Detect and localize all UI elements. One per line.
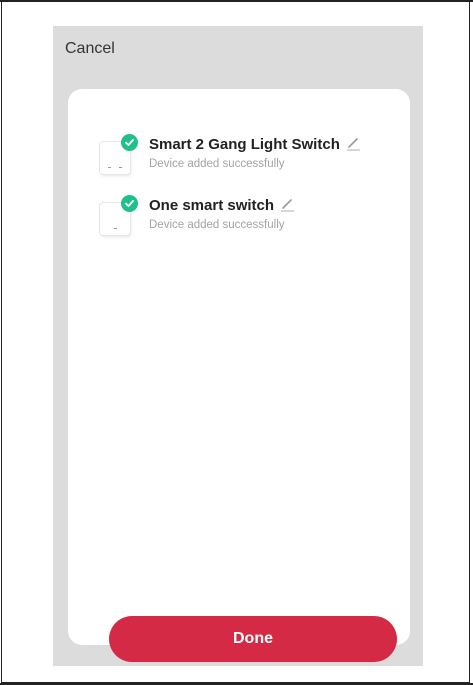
edit-pencil-icon[interactable] (280, 197, 295, 216)
device-status: Device added successfully (149, 219, 285, 231)
device-status: Device added successfully (149, 158, 285, 170)
device-name: One smart switch (149, 197, 275, 214)
device-item: One smart switch Device added successful… (100, 195, 390, 241)
device-name: Smart 2 Gang Light Switch (149, 136, 340, 153)
device-item: Smart 2 Gang Light Switch Device added s… (100, 134, 390, 180)
device-name-row: One smart switch (149, 197, 295, 216)
device-name-row: Smart 2 Gang Light Switch (149, 136, 361, 155)
check-icon (121, 134, 138, 151)
edit-pencil-icon[interactable] (346, 136, 361, 155)
added-devices-card: Smart 2 Gang Light Switch Device added s… (68, 89, 410, 662)
check-icon (121, 195, 138, 212)
done-button[interactable]: Done (109, 616, 397, 662)
phone-screen: Cancel Smart 2 Gang Light Switch Device … (53, 26, 423, 666)
cancel-button[interactable]: Cancel (65, 40, 115, 58)
